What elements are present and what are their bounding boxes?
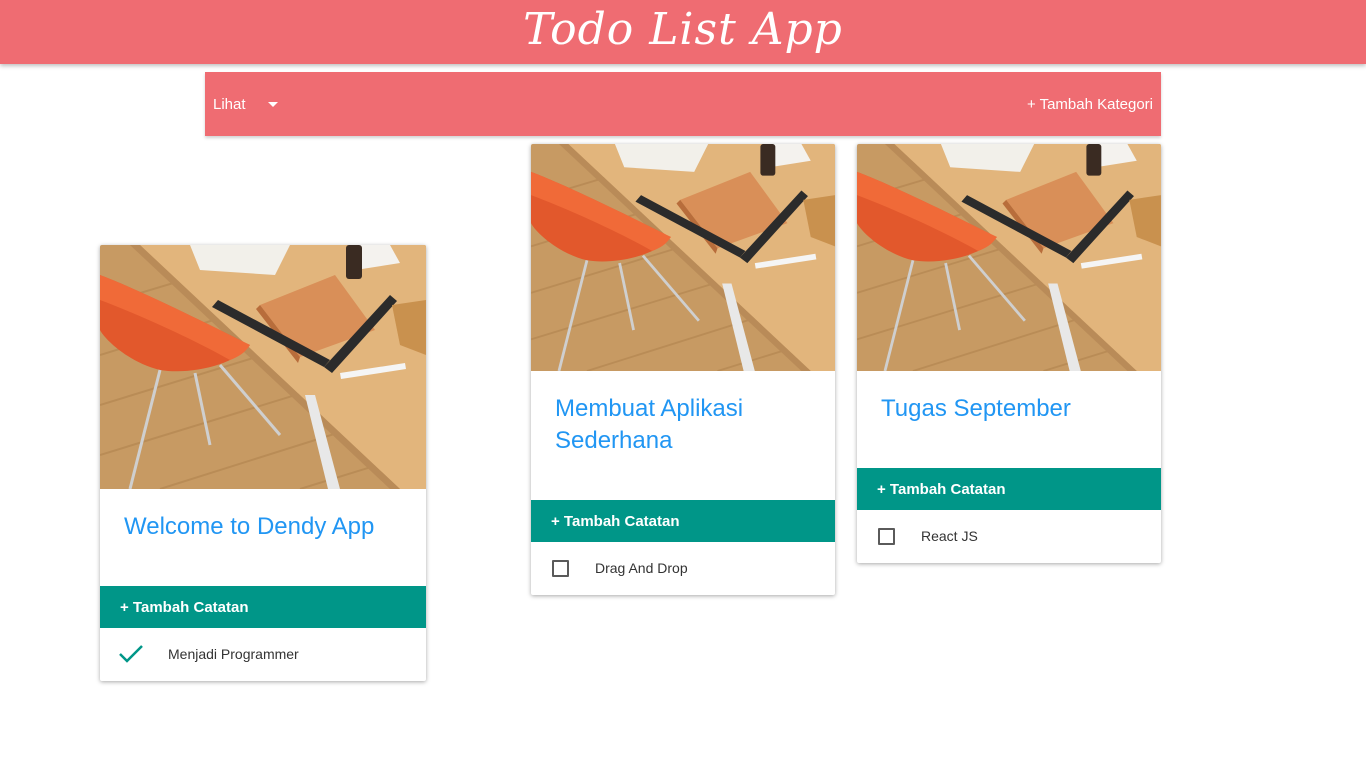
card-image	[531, 144, 835, 371]
note-text: Menjadi Programmer	[168, 646, 299, 662]
view-dropdown[interactable]: Lihat	[213, 72, 278, 136]
checkmark-icon[interactable]	[118, 644, 144, 664]
app-header: Todo List App	[0, 0, 1366, 64]
add-category-button[interactable]: + Tambah Kategori	[1027, 72, 1153, 136]
toolbar: Lihat + Tambah Kategori	[205, 72, 1161, 136]
category-card: Welcome to Dendy App + Tambah Catatan Me…	[100, 245, 426, 681]
note-item: Menjadi Programmer	[100, 628, 426, 680]
card-title: Membuat Aplikasi Sederhana	[555, 395, 744, 454]
caret-down-icon	[267, 101, 278, 107]
card-title: Welcome to Dendy App	[124, 513, 375, 540]
checkbox[interactable]	[878, 527, 895, 545]
app-title: Todo List App	[523, 3, 843, 55]
checkbox[interactable]	[552, 559, 569, 577]
category-card: Tugas September + Tambah Catatan React J…	[857, 144, 1161, 563]
card-image	[857, 144, 1161, 371]
note-text: Drag And Drop	[595, 560, 688, 576]
card-title: Tugas September	[881, 395, 1071, 422]
card-image	[100, 245, 426, 489]
note-item: React JS	[857, 510, 1161, 562]
add-note-button[interactable]: + Tambah Catatan	[100, 586, 426, 628]
add-note-button[interactable]: + Tambah Catatan	[857, 468, 1161, 510]
note-item: Drag And Drop	[531, 542, 835, 594]
category-card: Membuat Aplikasi Sederhana + Tambah Cata…	[531, 144, 835, 595]
view-dropdown-label: Lihat	[213, 95, 246, 113]
note-text: React JS	[921, 528, 978, 544]
add-note-button[interactable]: + Tambah Catatan	[531, 500, 835, 542]
